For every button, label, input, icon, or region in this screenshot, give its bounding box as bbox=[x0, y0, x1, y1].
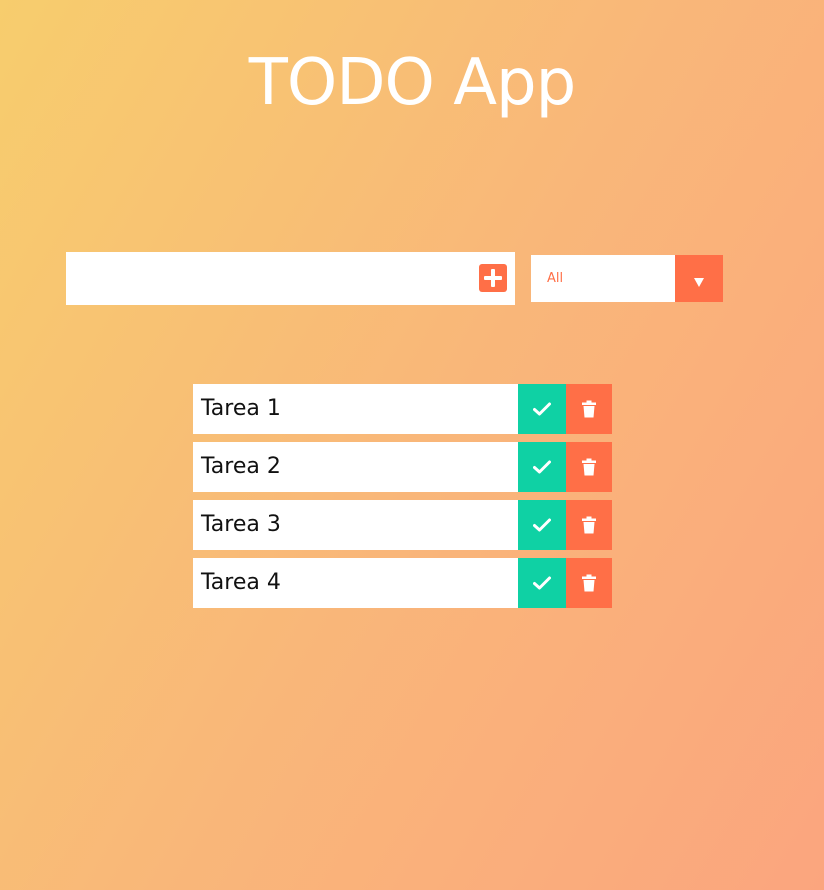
filter-dropdown-button[interactable] bbox=[675, 255, 723, 302]
todo-item: Tarea 3 bbox=[193, 500, 612, 550]
filter-selected-value: All bbox=[547, 271, 564, 286]
trash-icon bbox=[582, 458, 596, 476]
todo-item: Tarea 4 bbox=[193, 558, 612, 608]
todo-list: Tarea 1 Tarea 2 Tarea 3 Tarea 4 bbox=[193, 384, 612, 616]
trash-icon bbox=[582, 574, 596, 592]
todo-text: Tarea 4 bbox=[201, 570, 281, 595]
complete-button[interactable] bbox=[518, 558, 566, 608]
todo-form bbox=[66, 252, 515, 305]
todo-item: Tarea 2 bbox=[193, 442, 612, 492]
delete-button[interactable] bbox=[566, 384, 612, 434]
delete-button[interactable] bbox=[566, 558, 612, 608]
complete-button[interactable] bbox=[518, 442, 566, 492]
complete-button[interactable] bbox=[518, 384, 566, 434]
page-title: TODO App bbox=[248, 46, 577, 120]
delete-button[interactable] bbox=[566, 500, 612, 550]
delete-button[interactable] bbox=[566, 442, 612, 492]
filter-select[interactable]: All bbox=[531, 255, 723, 302]
todo-text: Tarea 2 bbox=[201, 454, 281, 479]
add-todo-button[interactable] bbox=[479, 264, 507, 292]
todo-input[interactable] bbox=[66, 252, 466, 305]
todo-item: Tarea 1 bbox=[193, 384, 612, 434]
trash-icon bbox=[582, 516, 596, 534]
todo-text: Tarea 1 bbox=[201, 396, 281, 421]
todo-text: Tarea 3 bbox=[201, 512, 281, 537]
check-icon bbox=[533, 402, 551, 416]
check-icon bbox=[533, 518, 551, 532]
complete-button[interactable] bbox=[518, 500, 566, 550]
trash-icon bbox=[582, 400, 596, 418]
check-icon bbox=[533, 576, 551, 590]
check-icon bbox=[533, 460, 551, 474]
